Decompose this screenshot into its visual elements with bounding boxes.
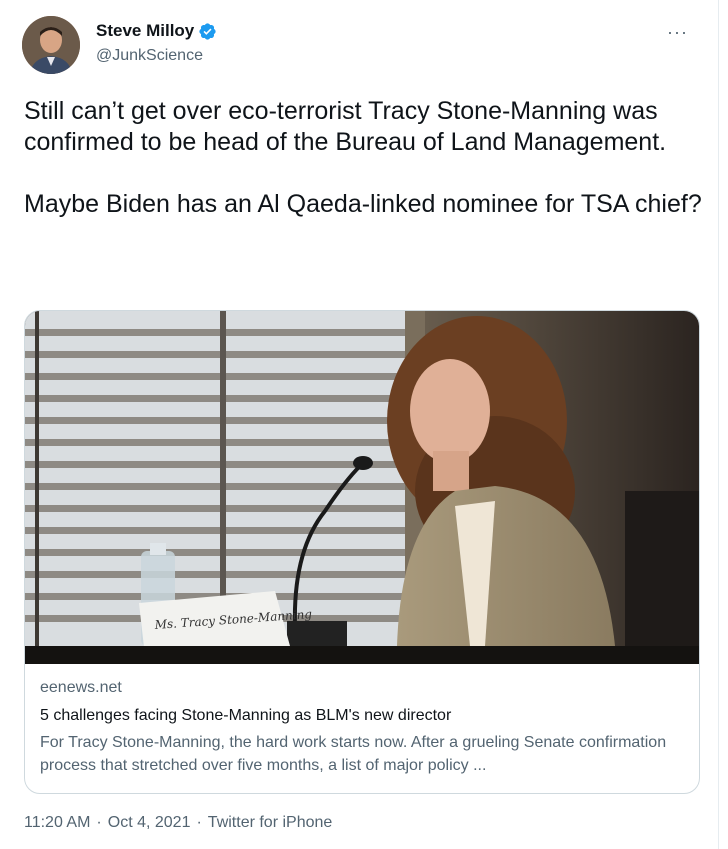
user-handle[interactable]: @JunkScience <box>96 47 203 65</box>
tweet-metadata: 11:20 AM · Oct 4, 2021 · Twitter for iPh… <box>24 814 332 832</box>
name-row: Steve Milloy <box>96 21 217 41</box>
link-preview-card[interactable]: Ms. Tracy Stone-Manning eenews.net 5 cha… <box>24 310 700 794</box>
tweet-paragraph: Maybe Biden has an Al Qaeda-linked nomin… <box>24 190 702 218</box>
display-name[interactable]: Steve Milloy <box>96 21 194 41</box>
tweet-container: Steve Milloy @JunkScience ··· Still can’… <box>0 0 719 849</box>
avatar[interactable] <box>22 16 80 74</box>
article-photo: Ms. Tracy Stone-Manning <box>25 311 699 664</box>
verified-badge-icon <box>198 22 217 41</box>
tweet-source[interactable]: Twitter for iPhone <box>208 814 333 832</box>
tweet-paragraph: Still can’t get over eco-terrorist Tracy… <box>24 97 667 156</box>
tweet-date[interactable]: Oct 4, 2021 <box>108 814 191 832</box>
tweet-text: Still can’t get over eco-terrorist Tracy… <box>24 96 704 220</box>
card-description: For Tracy Stone-Manning, the hard work s… <box>40 734 667 774</box>
separator: · <box>196 814 202 831</box>
card-meta: eenews.net 5 challenges facing Stone-Man… <box>40 679 690 777</box>
more-options-icon[interactable]: ··· <box>667 22 688 43</box>
tweet-time[interactable]: 11:20 AM <box>24 814 90 832</box>
card-domain: eenews.net <box>40 679 122 696</box>
separator: · <box>96 814 102 831</box>
card-title: 5 challenges facing Stone-Manning as BLM… <box>40 707 452 724</box>
avatar-portrait <box>22 16 80 74</box>
